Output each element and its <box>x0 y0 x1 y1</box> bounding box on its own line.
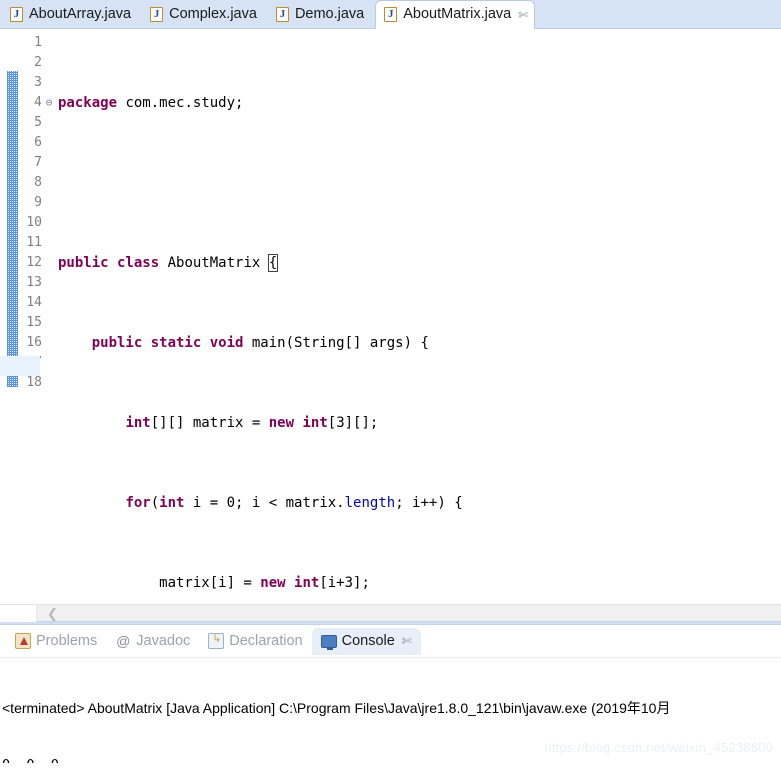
problems-icon <box>15 633 31 649</box>
code-editor[interactable]: 1 2 3 4 5 6 7 8 9 10 11 12 13 14 15 16 1… <box>0 29 781 604</box>
java-file-icon <box>384 7 398 22</box>
line-number: 7 <box>34 155 42 170</box>
line-number: 12 <box>26 255 42 270</box>
console-icon <box>320 635 337 650</box>
line-number: 16 <box>26 335 42 350</box>
editor-horizontal-scrollbar[interactable]: ❮ <box>0 604 781 622</box>
tab-label: Declaration <box>229 633 303 649</box>
current-line-highlight <box>0 356 40 376</box>
editor-tab-label: Complex.java <box>169 6 257 23</box>
chevron-left-icon[interactable]: ❮ <box>37 607 58 620</box>
editor-tab-label: Demo.java <box>294 6 365 23</box>
line-number: 11 <box>26 235 42 250</box>
line-number: 6 <box>34 135 42 150</box>
close-icon[interactable]: ✄ <box>402 634 412 648</box>
tab-declaration[interactable]: Declaration <box>199 628 311 655</box>
code-line: for(int i = 0; i < matrix.length; i++) { <box>125 495 463 511</box>
line-number: 13 <box>26 275 42 290</box>
line-number-ruler: 1 2 3 4 5 6 7 8 9 10 11 12 13 14 15 16 1… <box>18 29 42 604</box>
tab-problems[interactable]: Problems <box>6 628 106 655</box>
java-file-icon <box>275 7 289 22</box>
console-line: 0, 0, 0 <box>2 756 781 763</box>
editor-tab-aboutmatrix[interactable]: AboutMatrix.java ✄ <box>375 0 536 29</box>
line-number: 14 <box>26 295 42 310</box>
line-number: 18 <box>26 375 42 390</box>
line-number: 9 <box>34 195 42 210</box>
console-launch-header: <terminated> AboutMatrix [Java Applicati… <box>2 700 671 716</box>
line-number: 2 <box>34 55 42 70</box>
code-line: public class AboutMatrix { <box>58 254 279 272</box>
declaration-icon <box>208 632 225 649</box>
watermark: https://blog.csdn.net/weixin_45238600 <box>544 740 773 755</box>
console-output[interactable]: <terminated> AboutMatrix [Java Applicati… <box>0 658 781 763</box>
line-number: 10 <box>26 215 42 230</box>
code-line: package com.mec.study; <box>58 95 244 111</box>
javadoc-icon: @ <box>116 633 131 649</box>
tab-label: Problems <box>36 633 98 649</box>
annotation-ruler[interactable] <box>0 29 18 604</box>
code-line: public static void main(String[] args) { <box>91 335 429 351</box>
tab-console[interactable]: Console ✄ <box>311 627 421 655</box>
java-file-icon <box>10 7 23 22</box>
change-bar <box>7 71 18 387</box>
line-number: 15 <box>26 315 42 330</box>
tab-javadoc[interactable]: @ Javadoc <box>106 628 199 655</box>
editor-tab-demo[interactable]: Demo.java <box>268 1 374 28</box>
line-number: 5 <box>34 115 42 130</box>
line-number: 4 <box>34 95 42 110</box>
folding-ruler[interactable]: ⊖ <box>42 29 56 604</box>
fold-collapse-icon[interactable]: ⊖ <box>42 93 56 113</box>
code-content[interactable]: package com.mec.study; public class Abou… <box>56 29 781 604</box>
scrollbar-corner <box>0 604 37 622</box>
editor-tab-aboutarray[interactable]: AboutArray.java <box>2 1 141 28</box>
tab-label: Javadoc <box>136 633 191 649</box>
tab-label: Console <box>341 633 395 649</box>
editor-tab-label: AboutArray.java <box>29 6 132 23</box>
editor-tab-label: AboutMatrix.java <box>403 6 512 23</box>
line-number: 3 <box>34 75 42 90</box>
code-line: int[][] matrix = new int[3][]; <box>125 415 379 431</box>
scrollbar-track[interactable] <box>58 605 781 622</box>
editor-tab-bar: AboutArray.java Complex.java Demo.java A… <box>0 0 781 29</box>
bottom-view-tab-bar: Problems @ Javadoc Declaration Console ✄ <box>0 625 781 658</box>
line-number: 1 <box>34 35 42 50</box>
close-icon[interactable]: ✄ <box>518 9 528 21</box>
java-file-icon <box>150 7 164 22</box>
editor-tab-complex[interactable]: Complex.java <box>142 1 267 28</box>
line-number: 8 <box>34 175 42 190</box>
code-line: matrix[i] = new int[i+3]; <box>58 575 370 591</box>
eclipse-workbench: AboutArray.java Complex.java Demo.java A… <box>0 0 781 776</box>
